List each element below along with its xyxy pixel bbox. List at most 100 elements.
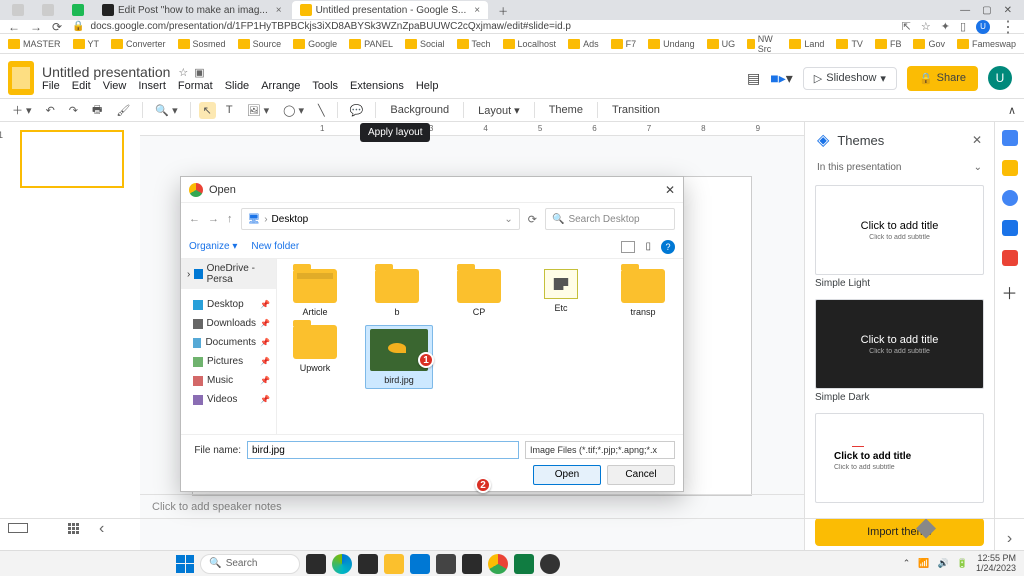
close-panel-button[interactable]: ✕ <box>972 133 982 147</box>
organize-button[interactable]: Organize ▾ <box>189 241 237 252</box>
address-bar[interactable]: 🔒 docs.google.com/presentation/d/1FP1HyT… <box>72 21 892 32</box>
folder-upwork[interactable]: Upwork <box>283 325 347 389</box>
taskbar-explorer[interactable] <box>384 554 404 574</box>
theme-simple-light[interactable]: Click to add titleClick to add subtitle … <box>815 185 984 289</box>
slides-logo-icon[interactable] <box>8 61 34 95</box>
preview-pane-button[interactable]: ▯ <box>645 241 651 252</box>
comment-history-icon[interactable]: ▤ <box>747 70 760 87</box>
breadcrumb[interactable]: 🖥 › Desktop ⌄ <box>241 208 520 230</box>
menu-edit[interactable]: Edit <box>72 80 91 92</box>
tab-whatsapp[interactable] <box>64 1 92 19</box>
document-title[interactable]: Untitled presentation <box>42 64 170 80</box>
taskbar-app[interactable] <box>358 554 378 574</box>
sidebar-onedrive[interactable]: ›OneDrive - Persa <box>181 259 276 289</box>
filmstrip-view-button[interactable] <box>8 523 28 533</box>
sidebar-documents[interactable]: Documents📌 <box>181 333 276 352</box>
sidebar-videos[interactable]: Videos📌 <box>181 390 276 409</box>
explore-button[interactable] <box>916 519 936 539</box>
folder-etc[interactable]: Etc <box>529 269 593 317</box>
bookmark-item[interactable]: F7 <box>611 39 637 49</box>
bookmark-item[interactable]: Localhost <box>503 39 557 49</box>
back-button[interactable]: ← <box>8 20 20 34</box>
image-button[interactable]: 🖼 ▾ <box>243 102 274 119</box>
search-input[interactable]: 🔍 Search Desktop <box>545 208 675 230</box>
profile-avatar[interactable]: U <box>976 20 990 34</box>
bookmark-item[interactable]: Sosmed <box>178 39 226 49</box>
filename-input[interactable] <box>247 441 519 459</box>
help-icon[interactable]: ? <box>661 240 675 254</box>
transition-button[interactable]: Transition <box>606 102 666 118</box>
menu-icon[interactable]: ⋮ <box>1000 17 1016 37</box>
taskbar-app[interactable] <box>540 554 560 574</box>
bookmark-item[interactable]: Tech <box>457 39 491 49</box>
sidebar-music[interactable]: Music📌 <box>181 371 276 390</box>
select-tool-button[interactable]: ↖ <box>199 102 216 119</box>
layout-button[interactable]: Layout ▾ <box>472 102 526 119</box>
tab-editpost[interactable]: Edit Post "how to make an imag...× <box>94 1 290 19</box>
menu-format[interactable]: Format <box>178 80 213 92</box>
shape-button[interactable]: ◯ ▾ <box>279 102 308 119</box>
chevron-down-icon[interactable]: ⌄ <box>504 214 512 225</box>
taskbar-app[interactable] <box>462 554 482 574</box>
taskbar-edge[interactable] <box>332 554 352 574</box>
view-mode-button[interactable] <box>621 241 635 253</box>
refresh-button[interactable]: ⟳ <box>528 213 537 226</box>
background-button[interactable]: Background <box>384 102 455 118</box>
volume-icon[interactable]: 🔊 <box>938 558 949 569</box>
new-slide-button[interactable]: ＋ ▾ <box>8 100 36 120</box>
collapse-toolbar-button[interactable]: ∧ <box>1008 104 1016 117</box>
close-dialog-button[interactable]: ✕ <box>665 183 675 197</box>
sidebar-downloads[interactable]: Downloads📌 <box>181 314 276 333</box>
theme-simple-dark[interactable]: Click to add titleClick to add subtitle … <box>815 299 984 403</box>
bookmark-item[interactable]: Land <box>789 39 824 49</box>
meet-icon[interactable]: ■▸▾ <box>770 70 793 87</box>
bookmark-item[interactable]: Google <box>293 39 337 49</box>
bookmark-item[interactable]: FB <box>875 39 902 49</box>
bookmark-item[interactable]: Social <box>405 39 445 49</box>
taskbar-store[interactable] <box>410 554 430 574</box>
battery-icon[interactable]: 🔋 <box>957 558 968 569</box>
bookmark-item[interactable]: Source <box>238 39 282 49</box>
menu-help[interactable]: Help <box>416 80 439 92</box>
bookmark-item[interactable]: Ads <box>568 39 599 49</box>
folder-transp[interactable]: transp <box>611 269 675 317</box>
tab-slides[interactable]: Untitled presentation - Google S...× <box>292 1 488 19</box>
wifi-icon[interactable]: 📶 <box>918 558 929 569</box>
forward-button[interactable]: → <box>208 213 219 225</box>
taskbar-app[interactable] <box>306 554 326 574</box>
file-bird-jpg[interactable]: bird.jpg 1 <box>365 325 433 389</box>
comment-button[interactable]: 💬 <box>346 102 368 119</box>
undo-button[interactable]: ↶ <box>42 102 59 119</box>
window-close[interactable]: ✕ <box>1004 5 1012 16</box>
cancel-button[interactable]: Cancel <box>607 465 675 485</box>
share-icon[interactable]: ⇱ <box>902 20 911 33</box>
bookmark-item[interactable]: Converter <box>111 39 166 49</box>
menu-file[interactable]: File <box>42 80 60 92</box>
bookmark-item[interactable]: YT <box>73 39 100 49</box>
account-avatar[interactable]: U <box>988 66 1012 90</box>
tab-generic[interactable] <box>34 1 62 19</box>
window-minimize[interactable]: — <box>960 5 970 16</box>
bookmark-item[interactable]: PANEL <box>349 39 393 49</box>
bookmark-item[interactable]: Undang <box>648 39 695 49</box>
back-button[interactable]: ← <box>189 213 200 225</box>
chevron-down-icon[interactable]: ⌄ <box>974 162 982 173</box>
taskbar-excel[interactable] <box>514 554 534 574</box>
close-icon[interactable]: × <box>276 5 282 16</box>
add-addon-button[interactable]: ＋ <box>1001 280 1017 304</box>
bookmark-item[interactable]: NW Src <box>747 34 777 54</box>
theme-button[interactable]: Theme <box>543 102 589 118</box>
move-icon[interactable]: ▣ <box>194 66 204 79</box>
contacts-icon[interactable] <box>1002 220 1018 236</box>
taskbar-search[interactable]: 🔍Search <box>200 554 300 574</box>
keep-icon[interactable] <box>1002 160 1018 176</box>
close-icon[interactable]: × <box>474 5 480 16</box>
bookmark-item[interactable]: Gov <box>913 39 945 49</box>
menu-tools[interactable]: Tools <box>312 80 338 92</box>
star-icon[interactable]: ☆ <box>921 20 931 33</box>
sidebar-pictures[interactable]: Pictures📌 <box>181 352 276 371</box>
folder-article[interactable]: Article <box>283 269 347 317</box>
bookmark-item[interactable]: MASTER <box>8 39 61 49</box>
theme-streamline[interactable]: Click to add titleClick to add subtitle <box>815 413 984 503</box>
taskbar-app[interactable] <box>436 554 456 574</box>
